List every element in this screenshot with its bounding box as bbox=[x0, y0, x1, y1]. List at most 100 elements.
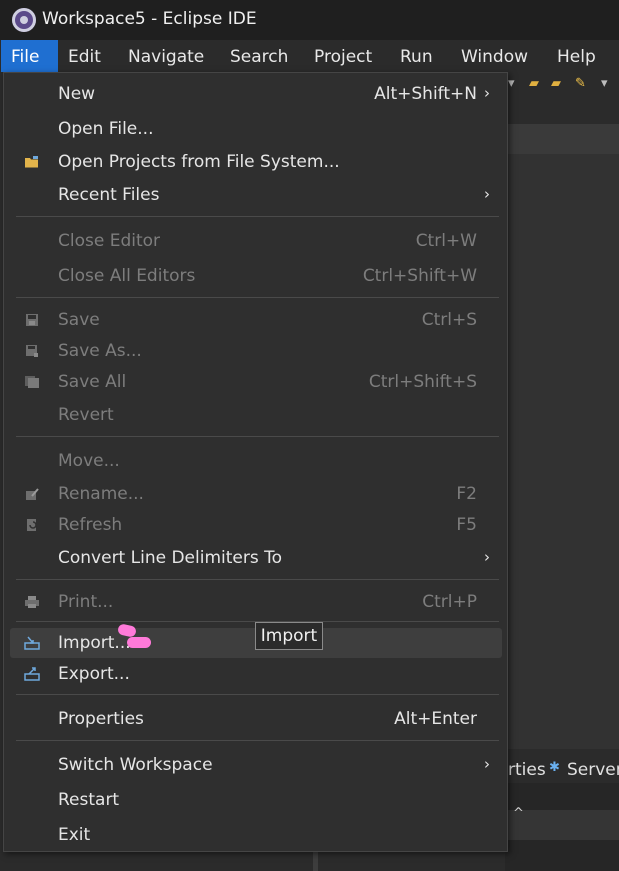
menu-item-new[interactable]: New Alt+Shift+N › bbox=[10, 79, 502, 109]
editor-header bbox=[505, 124, 619, 154]
menu-item-label: Rename... bbox=[58, 484, 144, 504]
save-icon bbox=[24, 313, 40, 327]
pane-divider[interactable] bbox=[313, 852, 318, 871]
menu-item-refresh[interactable]: Refresh F5 bbox=[10, 510, 502, 540]
menu-item-exit[interactable]: Exit bbox=[10, 820, 502, 850]
menu-item-shortcut: Alt+Enter bbox=[394, 709, 477, 729]
export-icon bbox=[24, 667, 40, 681]
menu-item-rename[interactable]: Rename... F2 bbox=[10, 479, 502, 509]
submenu-arrow-icon: › bbox=[484, 548, 490, 567]
menu-item-label: Move... bbox=[58, 451, 120, 471]
menu-item-label: Import... bbox=[58, 633, 131, 653]
menu-separator bbox=[16, 740, 499, 741]
menu-item-label: Exit bbox=[58, 825, 91, 845]
menu-item-convert-line-delimiters[interactable]: Convert Line Delimiters To › bbox=[10, 543, 502, 573]
menu-item-shortcut: Ctrl+W bbox=[415, 231, 477, 251]
menu-item-shortcut: Ctrl+S bbox=[421, 310, 477, 330]
dropdown-arrow-icon[interactable]: ▾ bbox=[508, 76, 515, 91]
menu-item-recent-files[interactable]: Recent Files › bbox=[10, 180, 502, 210]
menu-item-export[interactable]: Export... bbox=[10, 659, 502, 689]
file-menu-dropdown: New Alt+Shift+N › Open File... Open Proj… bbox=[3, 72, 508, 852]
submenu-arrow-icon: › bbox=[484, 755, 490, 774]
menu-run[interactable]: Run bbox=[390, 40, 443, 72]
menu-item-shortcut: Alt+Shift+N bbox=[374, 84, 477, 104]
window-title: Workspace5 - Eclipse IDE bbox=[42, 9, 257, 29]
menu-window[interactable]: Window bbox=[451, 40, 538, 72]
printer-icon bbox=[24, 595, 40, 609]
main-toolbar: ▾ ▰ ▰ ✎ ▾ bbox=[505, 72, 619, 96]
refresh-icon bbox=[24, 518, 40, 532]
menu-item-switch-workspace[interactable]: Switch Workspace › bbox=[10, 750, 502, 780]
menu-item-label: Save As... bbox=[58, 341, 142, 361]
menu-item-properties[interactable]: Properties Alt+Enter bbox=[10, 704, 502, 734]
open-folder-icon[interactable]: ▰ bbox=[551, 76, 561, 91]
properties-tab[interactable]: rties bbox=[508, 760, 546, 780]
menu-item-open-file[interactable]: Open File... bbox=[10, 114, 502, 144]
servers-tab[interactable]: Servers bbox=[567, 760, 619, 780]
menu-item-label: Open File... bbox=[58, 119, 154, 139]
import-icon bbox=[24, 636, 40, 650]
servers-icon: ✱ bbox=[549, 760, 560, 775]
menu-item-shortcut: Ctrl+Shift+W bbox=[362, 266, 477, 286]
submenu-arrow-icon: › bbox=[484, 185, 490, 204]
menu-item-label: Close All Editors bbox=[58, 266, 196, 286]
menu-item-save[interactable]: Save Ctrl+S bbox=[10, 305, 502, 335]
menu-item-label: Properties bbox=[58, 709, 144, 729]
bottom-panel-strip: ^ bbox=[505, 806, 619, 840]
bottom-panel-tabs: rties ✱ Servers bbox=[505, 749, 619, 783]
editor-area bbox=[505, 154, 619, 749]
menu-item-label: Close Editor bbox=[58, 231, 161, 251]
menu-item-label: Refresh bbox=[58, 515, 123, 535]
save-all-icon bbox=[24, 375, 40, 389]
menu-item-label: Switch Workspace bbox=[58, 755, 213, 775]
title-bar: Workspace5 - Eclipse IDE bbox=[0, 0, 619, 40]
menu-item-label: Revert bbox=[58, 405, 114, 425]
menu-separator bbox=[16, 297, 499, 298]
import-tooltip: Import bbox=[255, 622, 323, 650]
open-project-icon[interactable]: ▰ bbox=[529, 76, 539, 91]
menu-item-print[interactable]: Print... Ctrl+P bbox=[10, 587, 502, 617]
menu-project[interactable]: Project bbox=[304, 40, 382, 72]
menu-item-label: Save All bbox=[58, 372, 127, 392]
menu-navigate[interactable]: Navigate bbox=[118, 40, 214, 72]
menu-item-revert[interactable]: Revert bbox=[10, 400, 502, 430]
menu-item-shortcut: F5 bbox=[456, 515, 477, 535]
eclipse-logo-icon bbox=[12, 8, 36, 32]
menu-help[interactable]: Help bbox=[547, 40, 606, 72]
menu-separator bbox=[16, 579, 499, 580]
menu-separator bbox=[16, 694, 499, 695]
menu-item-label: Recent Files bbox=[58, 185, 160, 205]
dropdown-arrow-icon-2[interactable]: ▾ bbox=[601, 76, 608, 91]
menu-item-label: Open Projects from File System... bbox=[58, 152, 340, 172]
open-projects-folder-icon bbox=[24, 155, 40, 169]
menu-search[interactable]: Search bbox=[220, 40, 298, 72]
rename-icon bbox=[24, 487, 40, 501]
collapse-icon[interactable]: ^ bbox=[513, 806, 524, 821]
pencil-icon[interactable]: ✎ bbox=[575, 76, 586, 91]
left-status-area bbox=[0, 852, 505, 871]
menu-item-label: Export... bbox=[58, 664, 130, 684]
menu-edit[interactable]: Edit bbox=[58, 40, 111, 72]
menu-separator bbox=[16, 216, 499, 217]
menu-item-shortcut: Ctrl+Shift+S bbox=[368, 372, 477, 392]
menu-item-label: Convert Line Delimiters To bbox=[58, 548, 283, 568]
menu-item-label: Print... bbox=[58, 592, 114, 612]
menu-item-close-editor[interactable]: Close Editor Ctrl+W bbox=[10, 226, 502, 256]
menu-item-restart[interactable]: Restart bbox=[10, 785, 502, 815]
save-as-icon bbox=[24, 344, 40, 358]
menu-item-label: New bbox=[58, 84, 96, 104]
menu-bar: File Edit Navigate Search Project Run Wi… bbox=[0, 40, 619, 72]
menu-separator bbox=[16, 436, 499, 437]
menu-item-save-as[interactable]: Save As... bbox=[10, 336, 502, 366]
menu-item-shortcut: F2 bbox=[456, 484, 477, 504]
menu-item-open-projects[interactable]: Open Projects from File System... bbox=[10, 147, 502, 177]
pink-highlight-mark-2 bbox=[127, 637, 151, 648]
menu-item-move[interactable]: Move... bbox=[10, 446, 502, 476]
menu-item-close-all-editors[interactable]: Close All Editors Ctrl+Shift+W bbox=[10, 261, 502, 291]
menu-item-label: Save bbox=[58, 310, 100, 330]
submenu-arrow-icon: › bbox=[484, 84, 490, 103]
menu-item-save-all[interactable]: Save All Ctrl+Shift+S bbox=[10, 367, 502, 397]
menu-item-label: Restart bbox=[58, 790, 120, 810]
menu-file[interactable]: File bbox=[1, 40, 58, 72]
menu-item-shortcut: Ctrl+P bbox=[422, 592, 477, 612]
